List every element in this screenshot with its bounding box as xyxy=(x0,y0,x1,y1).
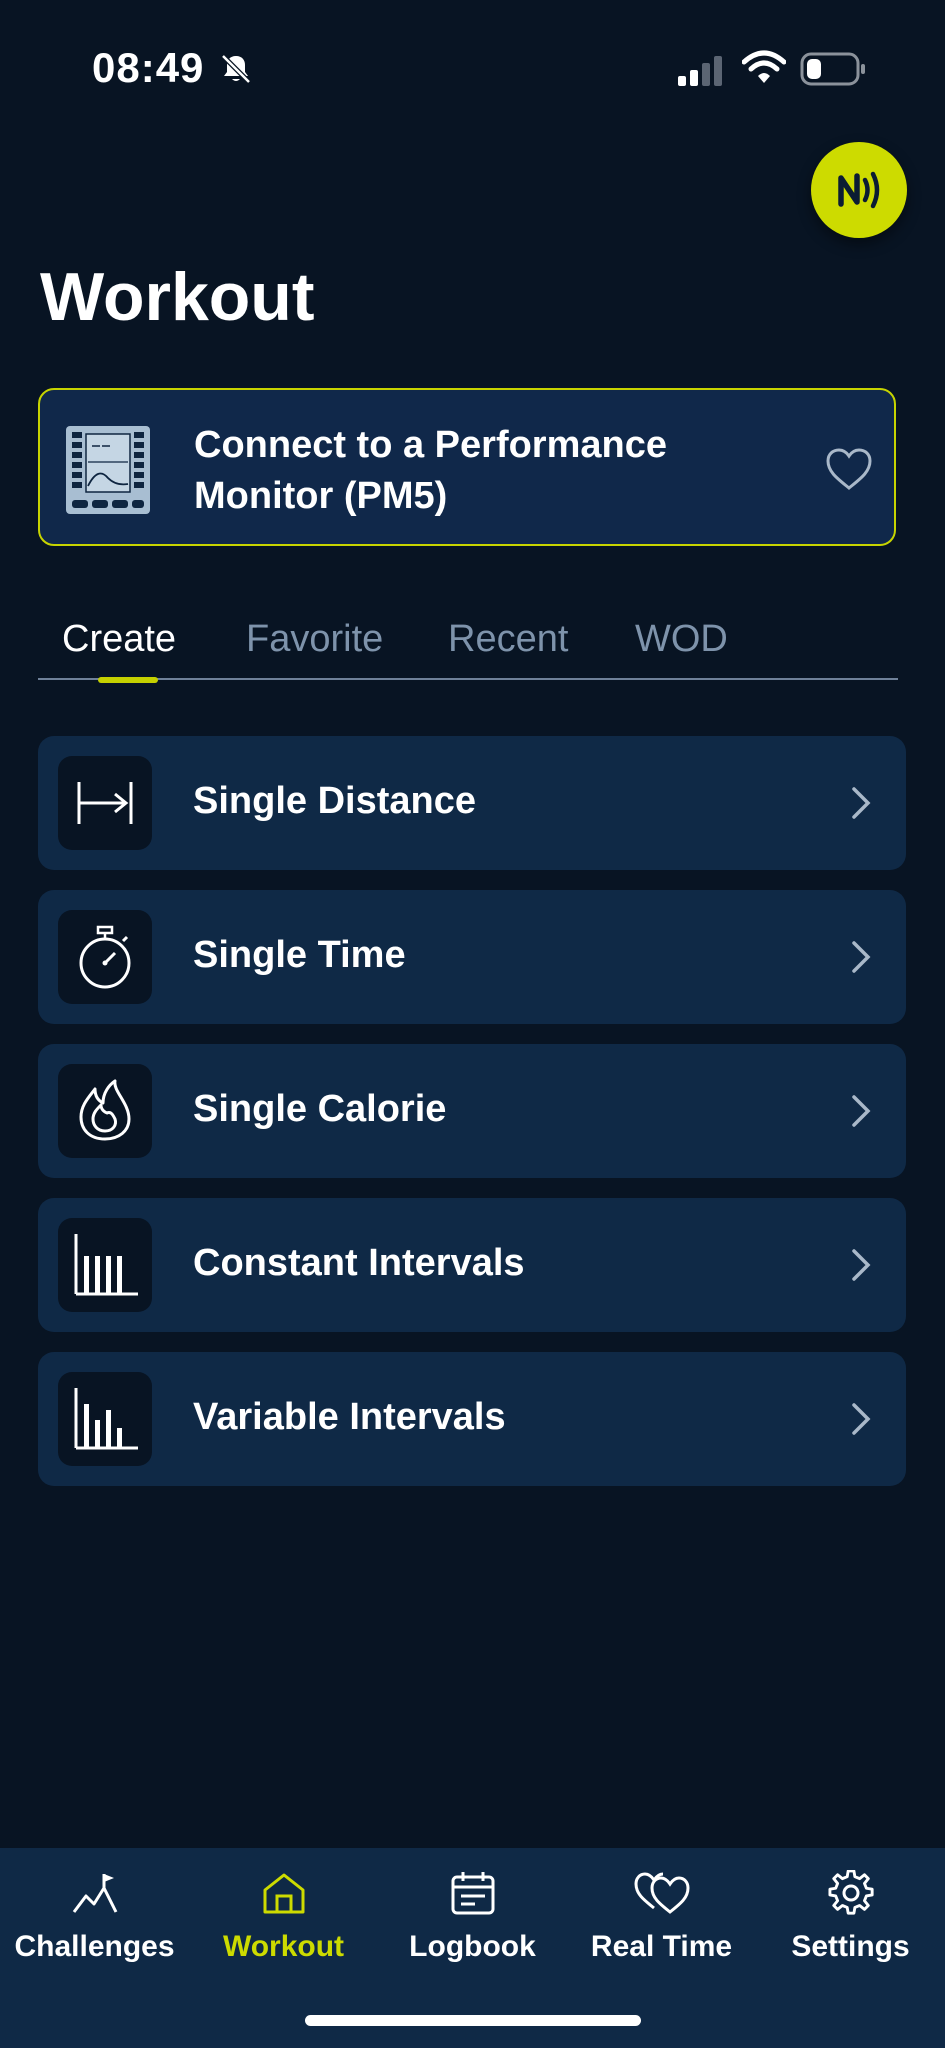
active-tab-indicator xyxy=(98,677,158,683)
list-item-single-distance[interactable]: Single Distance xyxy=(38,736,906,870)
nav-label: Logbook xyxy=(409,1930,536,1963)
chevron-right-icon xyxy=(852,1403,871,1435)
wifi-icon xyxy=(742,50,786,83)
connect-pm5-label: Connect to a Performance Monitor (PM5) xyxy=(194,424,667,517)
flame-icon xyxy=(58,1064,152,1158)
variable-bars-icon xyxy=(58,1372,152,1466)
list-item-variable-intervals[interactable]: Variable Intervals xyxy=(38,1352,906,1486)
nav-workout[interactable]: Workout xyxy=(189,1848,378,1988)
home-indicator xyxy=(305,2015,641,2026)
list-item-label: Variable Intervals xyxy=(193,1396,506,1438)
heart-outline-icon[interactable] xyxy=(824,446,874,492)
connect-pm5-card[interactable]: Connect to a Performance Monitor (PM5) xyxy=(38,388,896,546)
mountain-flag-icon xyxy=(72,1874,118,1913)
constant-bars-icon xyxy=(58,1218,152,1312)
chevron-right-icon xyxy=(852,787,871,819)
list-item-label: Single Calorie xyxy=(193,1088,447,1130)
nav-label: Workout xyxy=(222,1930,345,1963)
list-item-single-time[interactable]: Single Time xyxy=(38,890,906,1024)
page-title: Workout xyxy=(40,259,315,335)
list-item-constant-intervals[interactable]: Constant Intervals xyxy=(38,1198,906,1332)
pm5-monitor-icon xyxy=(66,426,150,514)
stopwatch-icon xyxy=(58,910,152,1004)
tab-recent[interactable]: Recent xyxy=(448,618,568,661)
tabs-divider xyxy=(38,678,898,680)
status-time: 08:49 xyxy=(92,44,205,91)
chevron-right-icon xyxy=(852,1095,871,1127)
workout-type-list: Single Distance Single Time Single Calor… xyxy=(38,736,906,1506)
nfc-icon xyxy=(838,171,880,209)
list-item-label: Single Time xyxy=(193,934,406,976)
hearts-icon xyxy=(634,1872,690,1914)
nav-settings[interactable]: Settings xyxy=(756,1848,945,1988)
status-bar: 08:49 xyxy=(0,0,945,140)
battery-low-icon xyxy=(800,52,865,86)
nav-logbook[interactable]: Logbook xyxy=(378,1848,567,1988)
chevron-right-icon xyxy=(852,941,871,973)
workout-tabs: Create Favorite Recent WOD xyxy=(38,608,898,683)
list-item-label: Single Distance xyxy=(193,780,476,822)
nfc-button[interactable] xyxy=(811,142,907,238)
distance-arrow-icon xyxy=(58,756,152,850)
nav-challenges[interactable]: Challenges xyxy=(0,1848,189,1988)
chevron-right-icon xyxy=(852,1249,871,1281)
gear-icon xyxy=(828,1870,874,1915)
tab-wod[interactable]: WOD xyxy=(635,618,728,661)
bell-slash-icon xyxy=(221,54,251,84)
nav-real-time[interactable]: Real Time xyxy=(567,1848,756,1988)
list-item-single-calorie[interactable]: Single Calorie xyxy=(38,1044,906,1178)
nav-label: Real Time xyxy=(590,1930,733,1963)
nav-label: Settings xyxy=(791,1930,910,1963)
tab-favorite[interactable]: Favorite xyxy=(246,618,383,661)
cellular-signal-icon xyxy=(678,56,722,86)
home-icon xyxy=(263,1873,305,1914)
calendar-icon xyxy=(451,1872,495,1915)
list-item-label: Constant Intervals xyxy=(193,1242,525,1284)
nav-label: Challenges xyxy=(14,1930,175,1963)
tab-create[interactable]: Create xyxy=(62,618,176,661)
